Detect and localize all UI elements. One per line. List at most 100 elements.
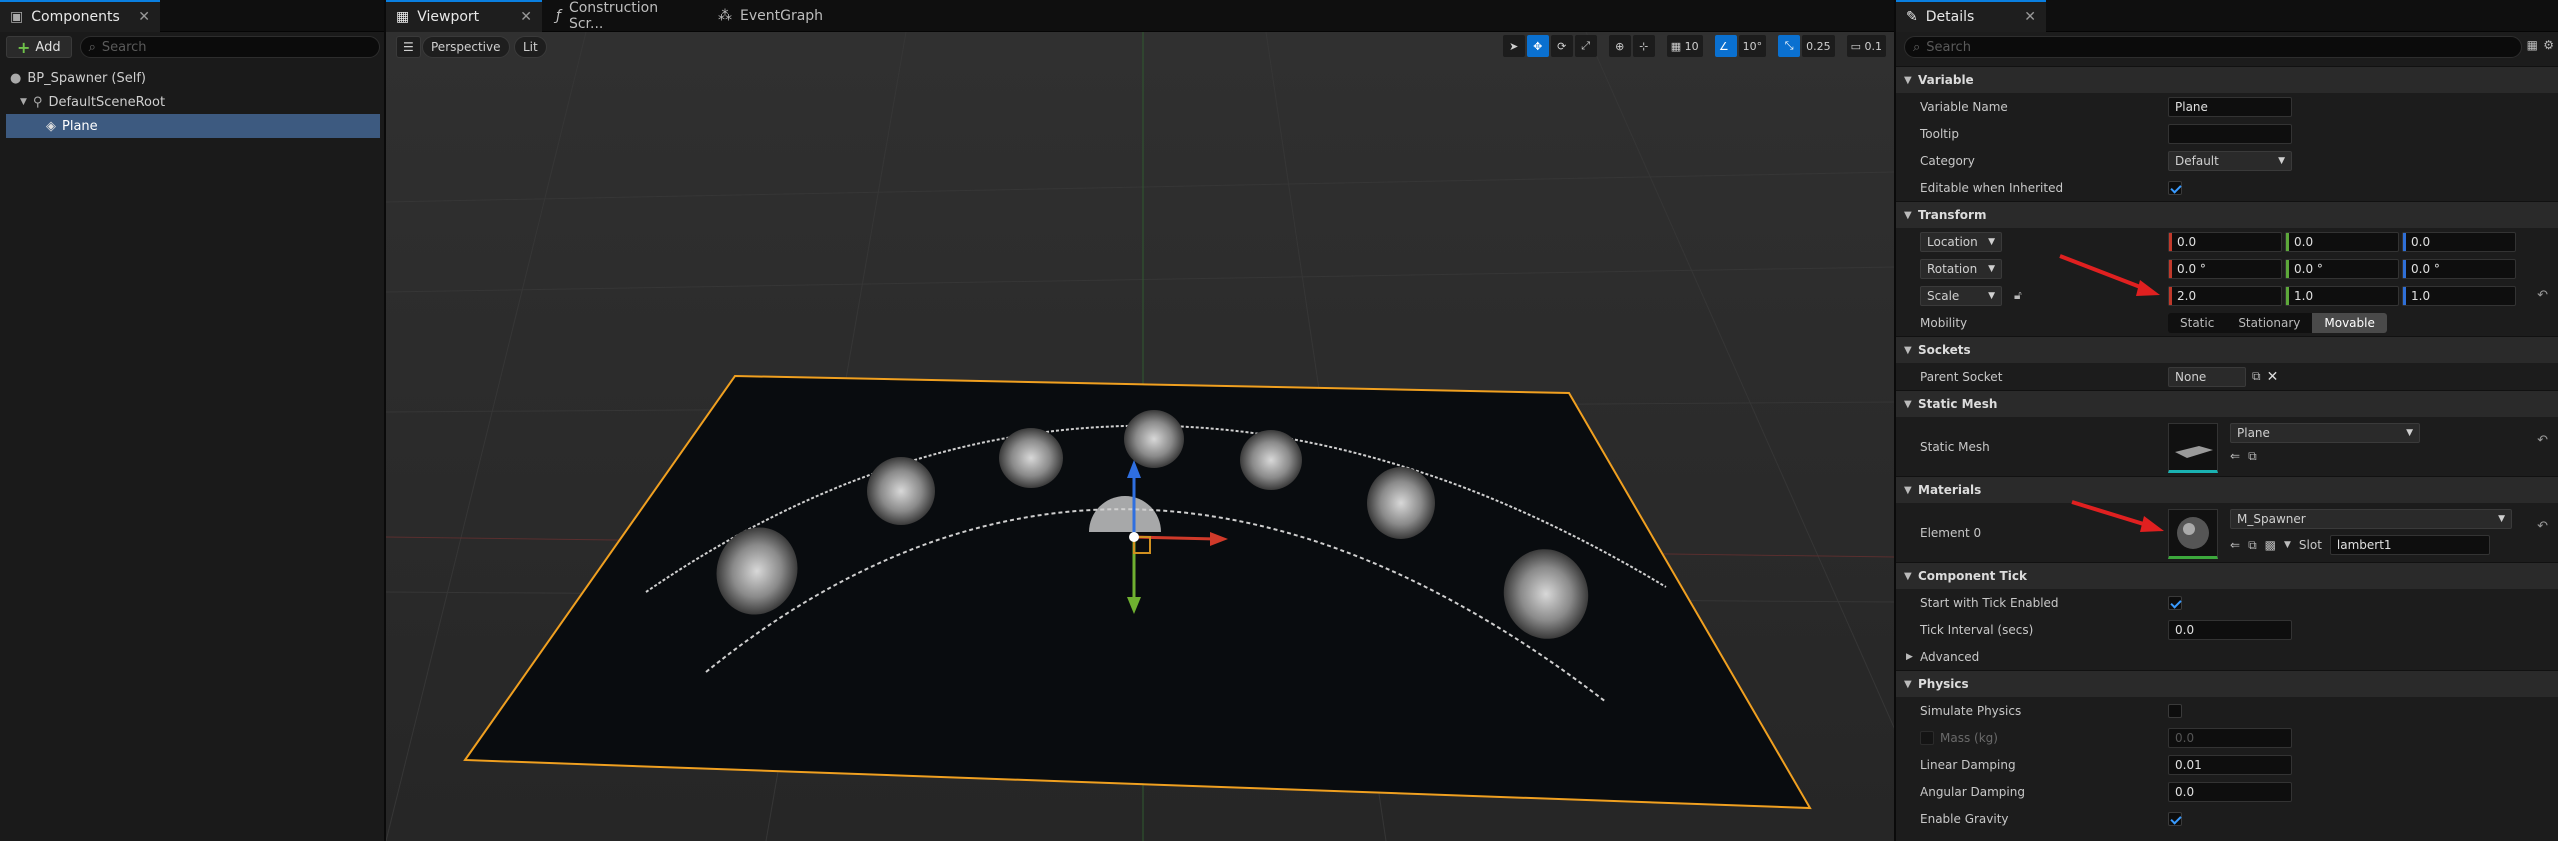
reset-arrow-icon[interactable]: ↶ <box>2537 288 2548 303</box>
close-icon[interactable]: ✕ <box>520 9 532 25</box>
mass-override-checkbox[interactable] <box>1920 730 1934 745</box>
clear-icon[interactable]: ✕ <box>2267 369 2279 385</box>
scale-z-field[interactable]: 1.0 <box>2402 285 2516 306</box>
section-static-mesh[interactable]: ▼ Static Mesh <box>1896 390 2558 417</box>
components-search-input[interactable] <box>101 39 371 55</box>
tooltip-field[interactable] <box>2168 123 2292 144</box>
material-dropdown[interactable]: M_Spawner ▼ <box>2230 509 2512 529</box>
reset-arrow-icon[interactable]: ↶ <box>2537 433 2548 448</box>
function-icon: ƒ <box>556 8 561 24</box>
rotation-z-field[interactable]: 0.0 ° <box>2402 258 2516 279</box>
location-dropdown[interactable]: Location ▼ <box>1920 231 2002 252</box>
close-icon[interactable]: ✕ <box>2024 9 2036 25</box>
browse-icon[interactable]: ⧉ <box>2248 449 2257 464</box>
rotation-y-field[interactable]: 0.0 ° <box>2285 258 2399 279</box>
tab-details[interactable]: ✎ Details ✕ <box>1896 0 2046 32</box>
section-component-tick[interactable]: ▼ Component Tick <box>1896 562 2558 589</box>
browse-icon[interactable]: ⧉ <box>2248 538 2257 553</box>
static-mesh-thumbnail[interactable] <box>2168 423 2218 473</box>
scale-x-field[interactable]: 2.0 <box>2168 285 2282 306</box>
angular-damping-field[interactable]: 0.0 <box>2168 781 2292 802</box>
tick-interval-field[interactable]: 0.0 <box>2168 619 2292 640</box>
scale-tool-icon[interactable]: ⤢ <box>1574 35 1597 57</box>
section-physics[interactable]: ▼ Physics <box>1896 670 2558 697</box>
location-z-field[interactable]: 0.0 <box>2402 231 2516 252</box>
plane-thumbnail-icon <box>2175 446 2213 458</box>
add-component-button[interactable]: + Add <box>6 36 72 58</box>
mobility-static[interactable]: Static <box>2168 313 2226 333</box>
section-materials[interactable]: ▼ Materials <box>1896 476 2558 503</box>
tab-viewport[interactable]: ▦ Viewport ✕ <box>386 0 542 32</box>
rotate-tool-icon[interactable]: ⟳ <box>1550 35 1573 57</box>
material-thumbnail[interactable] <box>2168 509 2218 559</box>
details-search-input[interactable] <box>1926 39 2513 55</box>
slot-field[interactable]: lambert1 <box>2329 535 2490 555</box>
grid-icon: ▦ <box>1670 39 1682 53</box>
tab-event-graph[interactable]: ⁂ EventGraph <box>708 0 858 32</box>
scale-y-field[interactable]: 1.0 <box>2285 285 2399 306</box>
select-tool-icon[interactable]: ➤ <box>1502 35 1525 57</box>
chevron-down-icon[interactable]: ▼ <box>2284 540 2291 550</box>
tab-construction-script[interactable]: ƒ Construction Scr... <box>546 0 706 32</box>
table-view-icon[interactable]: ▦ <box>2527 38 2538 52</box>
section-transform[interactable]: ▼ Transform <box>1896 201 2558 228</box>
mobility-movable[interactable]: Movable <box>2312 312 2387 333</box>
enable-gravity-checkbox[interactable] <box>2168 811 2182 826</box>
tree-item-plane[interactable]: ◈ Plane <box>6 114 380 138</box>
row-location: Location ▼ 0.0 0.0 0.0 <box>1896 228 2558 255</box>
location-x-field[interactable]: 0.0 <box>2168 231 2282 252</box>
linear-damping-field[interactable]: 0.01 <box>2168 754 2292 775</box>
use-selected-icon[interactable]: ⇐ <box>2230 538 2240 552</box>
socket-browse-icon[interactable]: ⧉ <box>2252 369 2261 384</box>
chevron-down-icon: ▼ <box>1904 209 1912 221</box>
viewport-scene[interactable] <box>386 32 1896 841</box>
camera-speed-button[interactable]: ▭ 0.1 <box>1846 35 1886 57</box>
rotation-dropdown[interactable]: Rotation ▼ <box>1920 258 2002 279</box>
translate-tool-icon[interactable]: ✥ <box>1526 35 1549 57</box>
static-mesh-dropdown[interactable]: Plane ▼ <box>2230 423 2420 443</box>
use-selected-icon[interactable]: ⇐ <box>2230 449 2240 464</box>
category-dropdown[interactable]: Default ▼ <box>2168 150 2292 171</box>
simulate-physics-checkbox[interactable] <box>2168 703 2182 718</box>
rotation-snap-value[interactable]: 10° <box>1738 35 1767 57</box>
variable-name-field[interactable]: Plane <box>2168 96 2292 117</box>
perspective-button[interactable]: Perspective <box>422 36 510 58</box>
rotation-snap-toggle[interactable]: ∠ <box>1714 35 1737 57</box>
scale-dropdown[interactable]: Scale ▼ <box>1920 285 2002 306</box>
tree-item-default-scene-root[interactable]: ▼ ⚲ DefaultSceneRoot <box>6 90 380 114</box>
section-sockets[interactable]: ▼ Sockets <box>1896 336 2558 363</box>
chevron-down-icon[interactable]: ▼ <box>20 97 27 107</box>
start-tick-checkbox[interactable] <box>2168 595 2182 610</box>
rotation-x-field[interactable]: 0.0 ° <box>2168 258 2282 279</box>
grid-snap-toggle[interactable]: ▦ 10 <box>1666 35 1703 57</box>
surface-snap-icon[interactable]: ⊹ <box>1632 35 1655 57</box>
details-panel: ✎ Details ✕ ⌕ ▦ ⚙ ▼ Variable Variable Na… <box>1896 0 2558 841</box>
world-local-icon[interactable]: ⊕ <box>1608 35 1631 57</box>
editable-inherited-checkbox[interactable] <box>2168 180 2182 195</box>
close-icon[interactable]: ✕ <box>138 9 150 25</box>
splitter-right[interactable] <box>1894 0 1896 841</box>
section-variable[interactable]: ▼ Variable <box>1896 66 2558 93</box>
components-icon: ▣ <box>10 9 24 25</box>
checker-icon[interactable]: ▩ <box>2265 538 2276 552</box>
viewport-canvas[interactable]: ☰ Perspective Lit ➤ ✥ ⟳ ⤢ ⊕ ⊹ ▦ 10 ∠ 10°… <box>386 32 1896 841</box>
row-simulate-physics: Simulate Physics <box>1896 697 2558 724</box>
tab-components[interactable]: ▣ Components ✕ <box>0 0 160 32</box>
search-icon: ⌕ <box>88 39 96 55</box>
mobility-stationary[interactable]: Stationary <box>2226 313 2312 333</box>
unlock-icon[interactable]: 🔓︎ <box>2014 288 2022 303</box>
row-advanced[interactable]: ▶ Advanced <box>1896 643 2558 670</box>
viewport-menu-button[interactable]: ☰ <box>396 36 421 58</box>
angle-icon: ∠ <box>1718 39 1729 53</box>
tree-item-self[interactable]: ● BP_Spawner (Self) <box>6 66 380 90</box>
reset-arrow-icon[interactable]: ↶ <box>2537 519 2548 534</box>
lit-button[interactable]: Lit <box>514 36 547 58</box>
parent-socket-field[interactable]: None <box>2168 366 2246 387</box>
location-y-field[interactable]: 0.0 <box>2285 231 2399 252</box>
splitter-left[interactable] <box>384 0 386 841</box>
row-enable-gravity: Enable Gravity <box>1896 805 2558 832</box>
scale-snap-value[interactable]: 0.25 <box>1802 35 1835 57</box>
settings-icon[interactable]: ⚙ <box>2543 38 2554 52</box>
row-mobility: Mobility Static Stationary Movable <box>1896 309 2558 336</box>
scale-snap-toggle[interactable]: ⤡ <box>1778 35 1801 57</box>
